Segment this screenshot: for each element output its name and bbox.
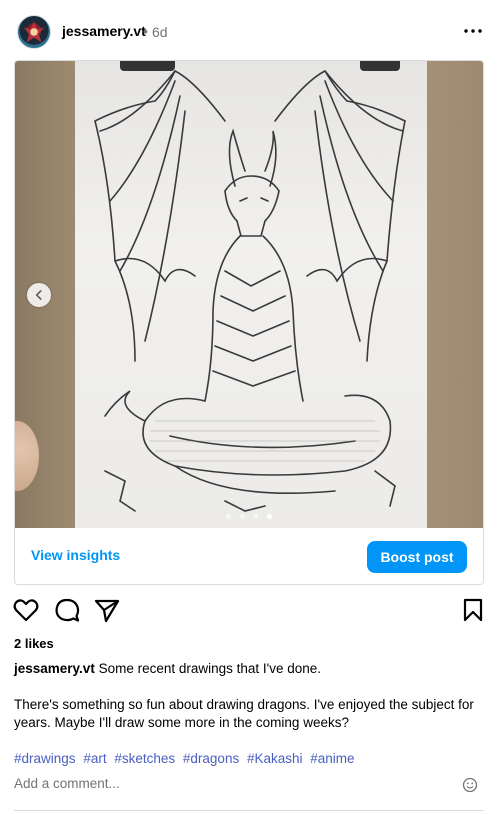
post-card: View insights Boost post [14, 60, 484, 585]
comment-icon[interactable] [53, 596, 81, 624]
divider [14, 810, 484, 811]
hashtag-link[interactable]: #dragons [183, 751, 239, 766]
smiley-icon[interactable] [462, 777, 478, 793]
view-insights-link[interactable]: View insights [31, 543, 120, 567]
chevron-left-icon [35, 290, 42, 300]
likes-count[interactable]: 2 likes [14, 636, 54, 651]
post-time: 6d [152, 24, 168, 40]
avatar-image [23, 21, 45, 43]
clip-left [120, 61, 175, 71]
post-actions [0, 596, 502, 626]
carousel-dot [239, 514, 245, 519]
clip-right [360, 61, 400, 71]
comment-input[interactable] [14, 776, 434, 791]
caption-paragraph: There's something so fun about drawing d… [14, 697, 474, 730]
previous-slide-button[interactable] [27, 283, 51, 307]
hashtags: #drawings #art #sketches #dragons #Kakas… [14, 751, 359, 766]
caption-username[interactable]: jessamery.vt [14, 661, 95, 676]
bookmark-icon[interactable] [459, 596, 487, 624]
post-caption: jessamery.vt Some recent drawings that I… [14, 660, 484, 732]
boost-post-button[interactable]: Boost post [367, 541, 467, 573]
heart-icon[interactable] [12, 596, 40, 624]
send-icon[interactable] [93, 596, 121, 624]
insights-bar: View insights Boost post [15, 528, 483, 584]
carousel-dot-active [266, 514, 272, 519]
hashtag-link[interactable]: #art [83, 751, 106, 766]
comment-box [14, 776, 484, 798]
hashtag-link[interactable]: #anime [310, 751, 354, 766]
finger [15, 421, 39, 491]
hashtag-link[interactable]: #Kakashi [247, 751, 303, 766]
more-options-icon[interactable] [462, 20, 484, 42]
hashtag-link[interactable]: #sketches [114, 751, 175, 766]
sketch-paper [75, 61, 427, 528]
hashtag-link[interactable]: #drawings [14, 751, 76, 766]
carousel-indicator [15, 506, 483, 519]
post-username[interactable]: jessamery.vt [62, 23, 146, 39]
post-header: jessamery.vt • 6d [0, 0, 502, 62]
caption-first-line: Some recent drawings that I've done. [98, 661, 322, 676]
post-image[interactable] [15, 61, 483, 528]
separator-dot: • [143, 23, 148, 39]
dragon-sketch [94, 69, 406, 512]
avatar[interactable] [17, 15, 51, 49]
